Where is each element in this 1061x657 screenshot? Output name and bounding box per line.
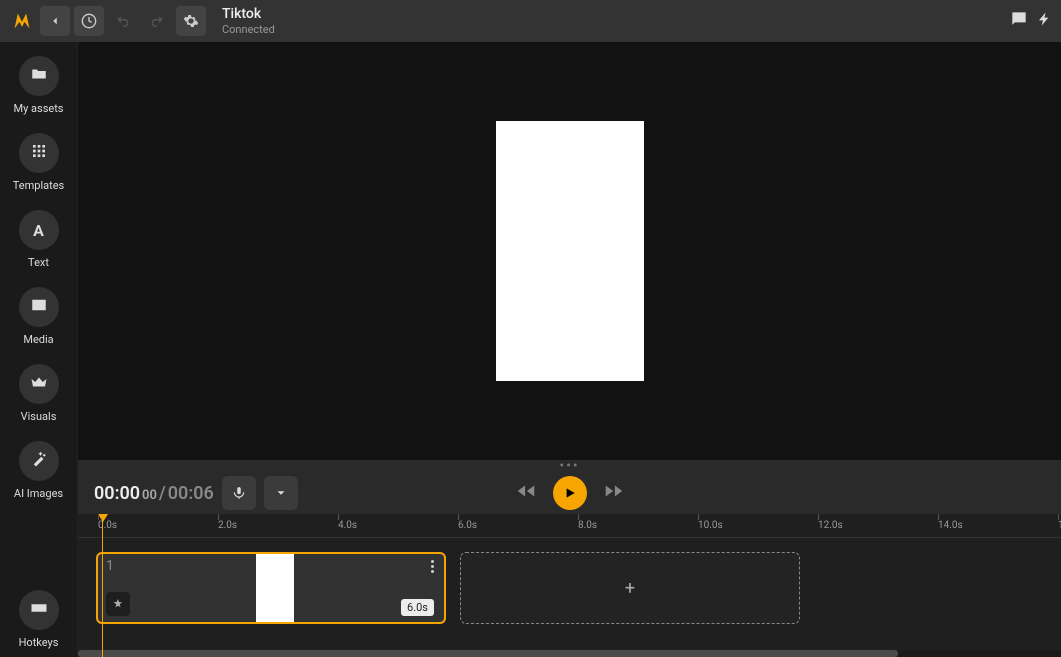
sidebar-item-text[interactable]: A Text	[0, 210, 77, 269]
timeline: 0.0s2.0s4.0s6.0s8.0s10.0s12.0s14.0s16.0 …	[78, 514, 1061, 657]
horizontal-scrollbar[interactable]	[78, 650, 1061, 657]
ruler-tick: 0.0s	[98, 514, 117, 537]
time-separator: /	[159, 483, 166, 504]
ruler-tick: 6.0s	[458, 514, 477, 537]
ruler-tick: 8.0s	[578, 514, 597, 537]
sidebar-item-label: Visuals	[21, 410, 57, 423]
ruler-tick: 14.0s	[938, 514, 963, 537]
bolt-icon[interactable]	[1037, 9, 1053, 33]
ruler-tick-label: 10.0s	[698, 520, 723, 531]
clip-number: 1	[106, 558, 114, 574]
redo-button[interactable]	[142, 6, 172, 36]
ruler-tick-label: 14.0s	[938, 520, 963, 531]
sidebar-item-label: Media	[23, 333, 53, 346]
clip-duration-badge: 6.0s	[401, 599, 434, 616]
time-duration: 00:06	[168, 483, 214, 504]
forward-button[interactable]	[603, 480, 625, 506]
sidebar-item-media[interactable]: Media	[0, 287, 77, 346]
play-button[interactable]	[553, 476, 587, 510]
grid-icon	[31, 143, 47, 163]
sidebar-item-label: AI Images	[14, 487, 63, 500]
sidebar-item-ai-images[interactable]: AI Images	[0, 441, 77, 500]
panel-resize-handle[interactable]: •••	[78, 460, 1061, 472]
ruler-tick-label: 4.0s	[338, 520, 357, 531]
magic-wand-icon	[30, 450, 48, 472]
sidebar-item-visuals[interactable]: Visuals	[0, 364, 77, 423]
ruler-tick-label: 2.0s	[218, 520, 237, 531]
project-title: Tiktok	[222, 6, 275, 23]
history-button[interactable]	[74, 6, 104, 36]
sidebar-item-templates[interactable]: Templates	[0, 133, 77, 192]
crown-icon	[30, 373, 48, 395]
sidebar-item-my-assets[interactable]: My assets	[0, 56, 77, 115]
rewind-button[interactable]	[515, 480, 537, 506]
time-current-frames: 00	[142, 488, 157, 503]
clip-menu-button[interactable]	[431, 560, 434, 573]
plus-icon: +	[625, 578, 635, 599]
settings-button[interactable]	[176, 6, 206, 36]
clip-animate-button[interactable]	[106, 592, 130, 616]
ruler-tick: 12.0s	[818, 514, 843, 537]
time-current: 00:00	[94, 483, 140, 504]
sidebar-item-hotkeys[interactable]: Hotkeys	[0, 590, 77, 649]
ruler-tick-label: 0.0s	[98, 520, 117, 531]
clip-thumbnail	[256, 554, 294, 622]
ruler-tick-label: 8.0s	[578, 520, 597, 531]
ruler-tick: 10.0s	[698, 514, 723, 537]
sidebar-item-label: Templates	[13, 179, 64, 192]
canvas-area	[78, 42, 1061, 460]
back-button[interactable]	[40, 6, 70, 36]
scrollbar-thumb[interactable]	[78, 650, 898, 657]
folder-icon	[30, 65, 48, 87]
tracks-area: 1 6.0s +	[78, 538, 1061, 638]
ruler-tick-label: 6.0s	[458, 520, 477, 531]
image-icon	[30, 296, 48, 318]
playhead-line[interactable]	[102, 514, 103, 657]
project-title-block: Tiktok Connected	[222, 6, 275, 36]
keyboard-icon	[30, 599, 48, 621]
ruler-tick: 2.0s	[218, 514, 237, 537]
sidebar-item-label: Hotkeys	[19, 636, 59, 649]
mic-button[interactable]	[222, 476, 256, 510]
chat-icon[interactable]	[1009, 9, 1029, 33]
ruler-tick: 4.0s	[338, 514, 357, 537]
undo-button[interactable]	[108, 6, 138, 36]
app-logo	[8, 7, 36, 35]
canvas[interactable]	[496, 121, 644, 381]
text-icon: A	[33, 221, 44, 240]
sidebar-item-label: My assets	[14, 102, 64, 115]
timecode: 00:00 00 / 00:06	[94, 483, 214, 504]
transport-controls	[515, 476, 625, 510]
transport-bar: 00:00 00 / 00:06	[78, 472, 1061, 514]
ruler-tick-label: 12.0s	[818, 520, 843, 531]
timeline-clip[interactable]: 1 6.0s	[96, 552, 446, 624]
connection-status: Connected	[222, 23, 275, 36]
header-right	[1009, 9, 1053, 33]
left-sidebar: My assets Templates A Text Media Visuals…	[0, 42, 78, 657]
timeline-ruler[interactable]: 0.0s2.0s4.0s6.0s8.0s10.0s12.0s14.0s16.0	[78, 514, 1061, 538]
chevron-down-button[interactable]	[264, 476, 298, 510]
add-clip-button[interactable]: +	[460, 552, 800, 624]
header-bar: Tiktok Connected	[0, 0, 1061, 42]
sidebar-item-label: Text	[28, 256, 49, 269]
